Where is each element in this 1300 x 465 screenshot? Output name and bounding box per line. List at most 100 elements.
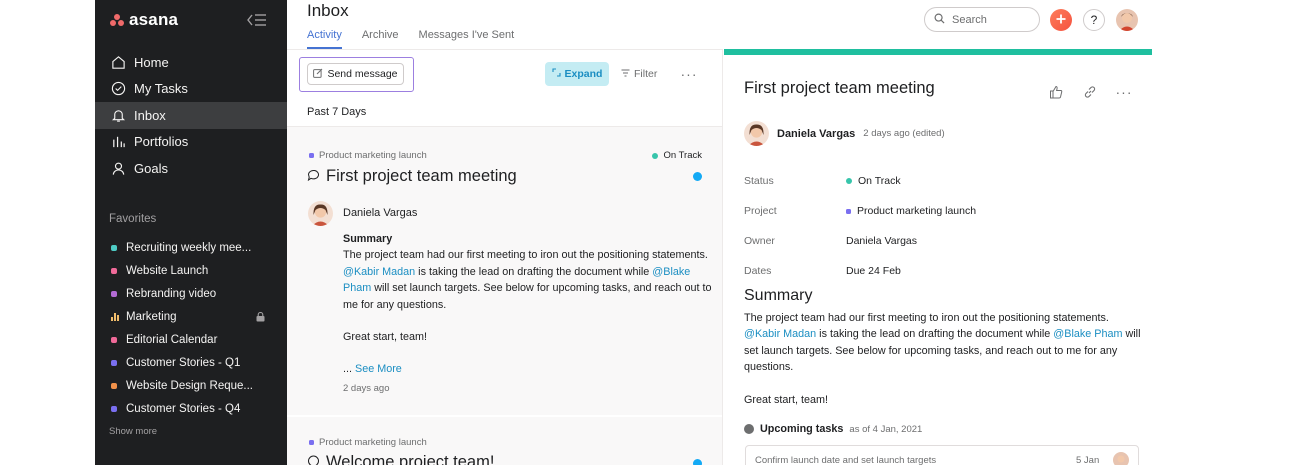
collapse-sidebar-icon[interactable] (246, 12, 268, 28)
sidebar-item-portfolios[interactable]: Portfolios (95, 129, 287, 156)
avatar[interactable] (1113, 452, 1129, 465)
search-box[interactable] (924, 7, 1040, 32)
favorite-label: Customer Stories - Q4 (126, 403, 241, 416)
field-label: Project (744, 205, 777, 217)
tab-messages-sent[interactable]: Messages I've Sent (419, 29, 515, 49)
field-project: Project Product marketing launch (744, 196, 1144, 226)
field-value[interactable]: On Track (846, 175, 901, 187)
lock-icon (256, 312, 265, 322)
field-label: Dates (744, 265, 772, 277)
field-owner: Owner Daniela Vargas (744, 226, 1144, 256)
sidebar-item-my-tasks[interactable]: My Tasks (95, 76, 287, 103)
message-text: is taking the lead on drafting the docum… (415, 265, 653, 278)
card-project[interactable]: Product marketing launch (309, 150, 427, 161)
upcoming-dot (744, 424, 754, 434)
project-color-dot (111, 383, 117, 390)
bar-chart-icon (110, 134, 126, 150)
check-circle-icon (110, 81, 126, 97)
period-heading: Past 7 Days (307, 106, 367, 118)
search-input[interactable] (952, 13, 1032, 26)
sidebar-item-label: My Tasks (134, 81, 188, 97)
card-title[interactable]: First project team meeting (307, 167, 517, 186)
task-due-date: 5 Jan (1076, 455, 1100, 465)
inbox-tabs: Activity Archive Messages I've Sent (307, 29, 534, 49)
task-row[interactable]: Confirm launch date and set launch targe… (745, 445, 1139, 465)
tab-activity[interactable]: Activity (307, 29, 342, 49)
favorite-item[interactable]: Recruiting weekly mee... (95, 236, 287, 259)
favorite-item[interactable]: Customer Stories - Q4 (95, 398, 287, 421)
detail-author[interactable]: Daniela Vargas (777, 128, 855, 140)
favorite-item[interactable]: Website Design Reque... (95, 375, 287, 398)
message-paragraph: The project team had our first meeting t… (343, 247, 713, 313)
expand-label: Expand (564, 68, 603, 80)
favorite-item[interactable]: Marketing (95, 305, 287, 328)
mention-link[interactable]: @Blake Pham (1053, 328, 1122, 340)
favorite-item[interactable]: Rebranding video (95, 282, 287, 305)
favorite-label: Customer Stories - Q1 (126, 357, 241, 370)
more-options-icon[interactable]: ··· (679, 62, 699, 86)
summary-heading: Summary (343, 233, 393, 245)
favorite-label: Website Design Reque... (126, 380, 253, 393)
favorite-label: Marketing (126, 310, 177, 323)
card-title[interactable]: Welcome project team! (307, 453, 494, 465)
sidebar-item-home[interactable]: Home (95, 49, 287, 76)
message-text: The project team had our first meeting t… (744, 312, 1109, 324)
thumbs-up-icon[interactable] (1046, 83, 1066, 101)
card-author[interactable]: Daniela Vargas (343, 207, 417, 219)
inbox-card[interactable]: Product marketing launch Welcome project… (287, 417, 722, 465)
status-value: On Track (858, 175, 901, 187)
edit-icon (313, 68, 323, 81)
avatar[interactable] (744, 121, 769, 146)
field-value[interactable]: Due 24 Feb (846, 265, 901, 277)
plus-icon (1056, 11, 1066, 29)
card-title-text: Welcome project team! (326, 453, 495, 465)
show-more-link[interactable]: Show more (109, 426, 157, 437)
project-color-dot (111, 336, 117, 343)
inbox-card[interactable]: Product marketing launch On Track First … (287, 127, 722, 415)
search-icon (934, 11, 945, 29)
favorite-label: Rebranding video (126, 287, 217, 300)
mention-link[interactable]: @Kabir Madan (343, 266, 415, 278)
field-value[interactable]: Daniela Vargas (846, 235, 917, 247)
sidebar-item-goals[interactable]: Goals (95, 155, 287, 182)
detail-timestamp: 2 days ago (edited) (863, 128, 945, 139)
user-avatar[interactable] (1116, 9, 1138, 31)
filter-button[interactable]: Filter (621, 62, 657, 86)
tab-archive[interactable]: Archive (362, 29, 399, 49)
status-dot (846, 178, 852, 184)
sidebar-item-inbox[interactable]: Inbox (95, 102, 287, 129)
unread-indicator (693, 172, 702, 181)
detail-author-row: Daniela Vargas 2 days ago (edited) (744, 121, 945, 146)
favorite-item[interactable]: Website Launch (95, 259, 287, 282)
card-title-text: First project team meeting (326, 167, 517, 185)
message-closing: Great start, team! (343, 331, 428, 344)
message-closing: Great start, team! (744, 393, 829, 406)
link-icon[interactable] (1080, 83, 1100, 101)
see-more-row: ... See More (343, 363, 402, 375)
favorite-item[interactable]: Editorial Calendar (95, 328, 287, 351)
help-button[interactable]: ? (1083, 9, 1105, 31)
page-header: Inbox Activity Archive Messages I've Sen… (287, 0, 1152, 49)
sidebar-item-label: Portfolios (134, 134, 189, 150)
card-project[interactable]: Product marketing launch (309, 437, 427, 448)
message-text: will set launch targets. See below for u… (343, 282, 712, 311)
summary-heading: Summary (744, 287, 813, 304)
favorites-heading: Favorites (109, 213, 157, 225)
filter-label: Filter (634, 68, 658, 80)
home-icon (110, 54, 126, 70)
card-message-body: Summary The project team had our first m… (343, 231, 713, 345)
create-button[interactable] (1050, 9, 1072, 31)
see-more-link[interactable]: See More (355, 363, 402, 375)
more-options-icon[interactable]: ··· (1114, 83, 1134, 101)
filter-icon (621, 68, 630, 80)
send-message-button[interactable]: Send message (307, 63, 404, 85)
avatar[interactable] (308, 201, 333, 226)
expand-button[interactable]: Expand (545, 62, 609, 86)
unread-indicator (693, 459, 702, 465)
mention-link[interactable]: @Kabir Madan (744, 328, 816, 340)
favorite-label: Recruiting weekly mee... (126, 241, 252, 254)
send-message-label: Send message (327, 68, 398, 80)
field-value[interactable]: Product marketing launch (846, 205, 976, 217)
asana-logo[interactable]: asana (110, 10, 178, 30)
favorite-item[interactable]: Customer Stories - Q1 (95, 351, 287, 374)
